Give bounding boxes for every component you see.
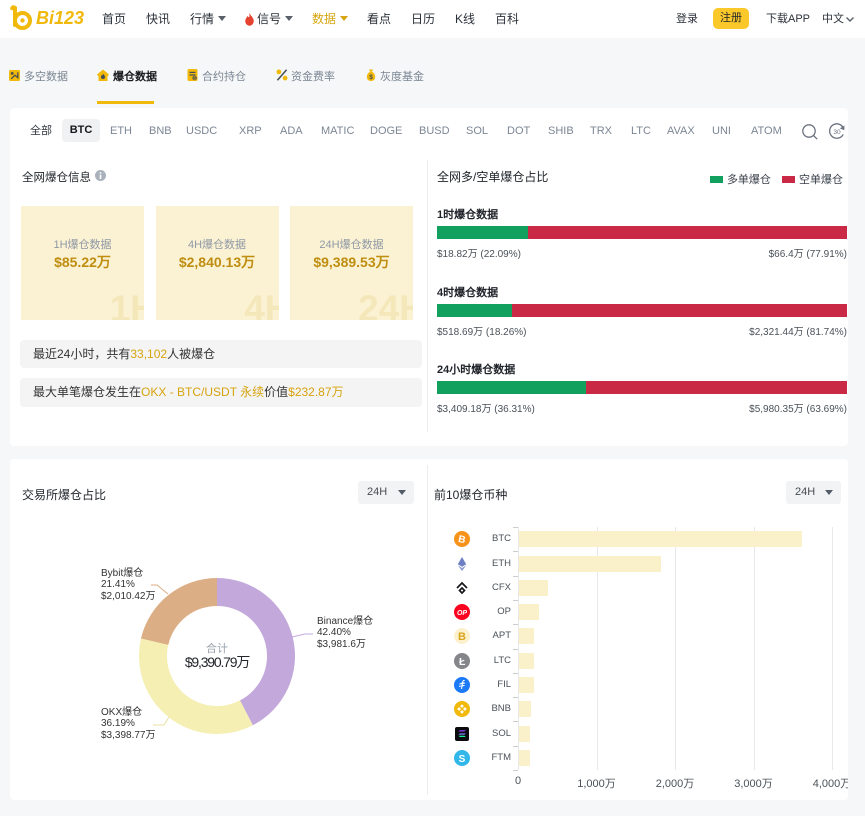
svg-text:$: $ [369, 74, 373, 81]
